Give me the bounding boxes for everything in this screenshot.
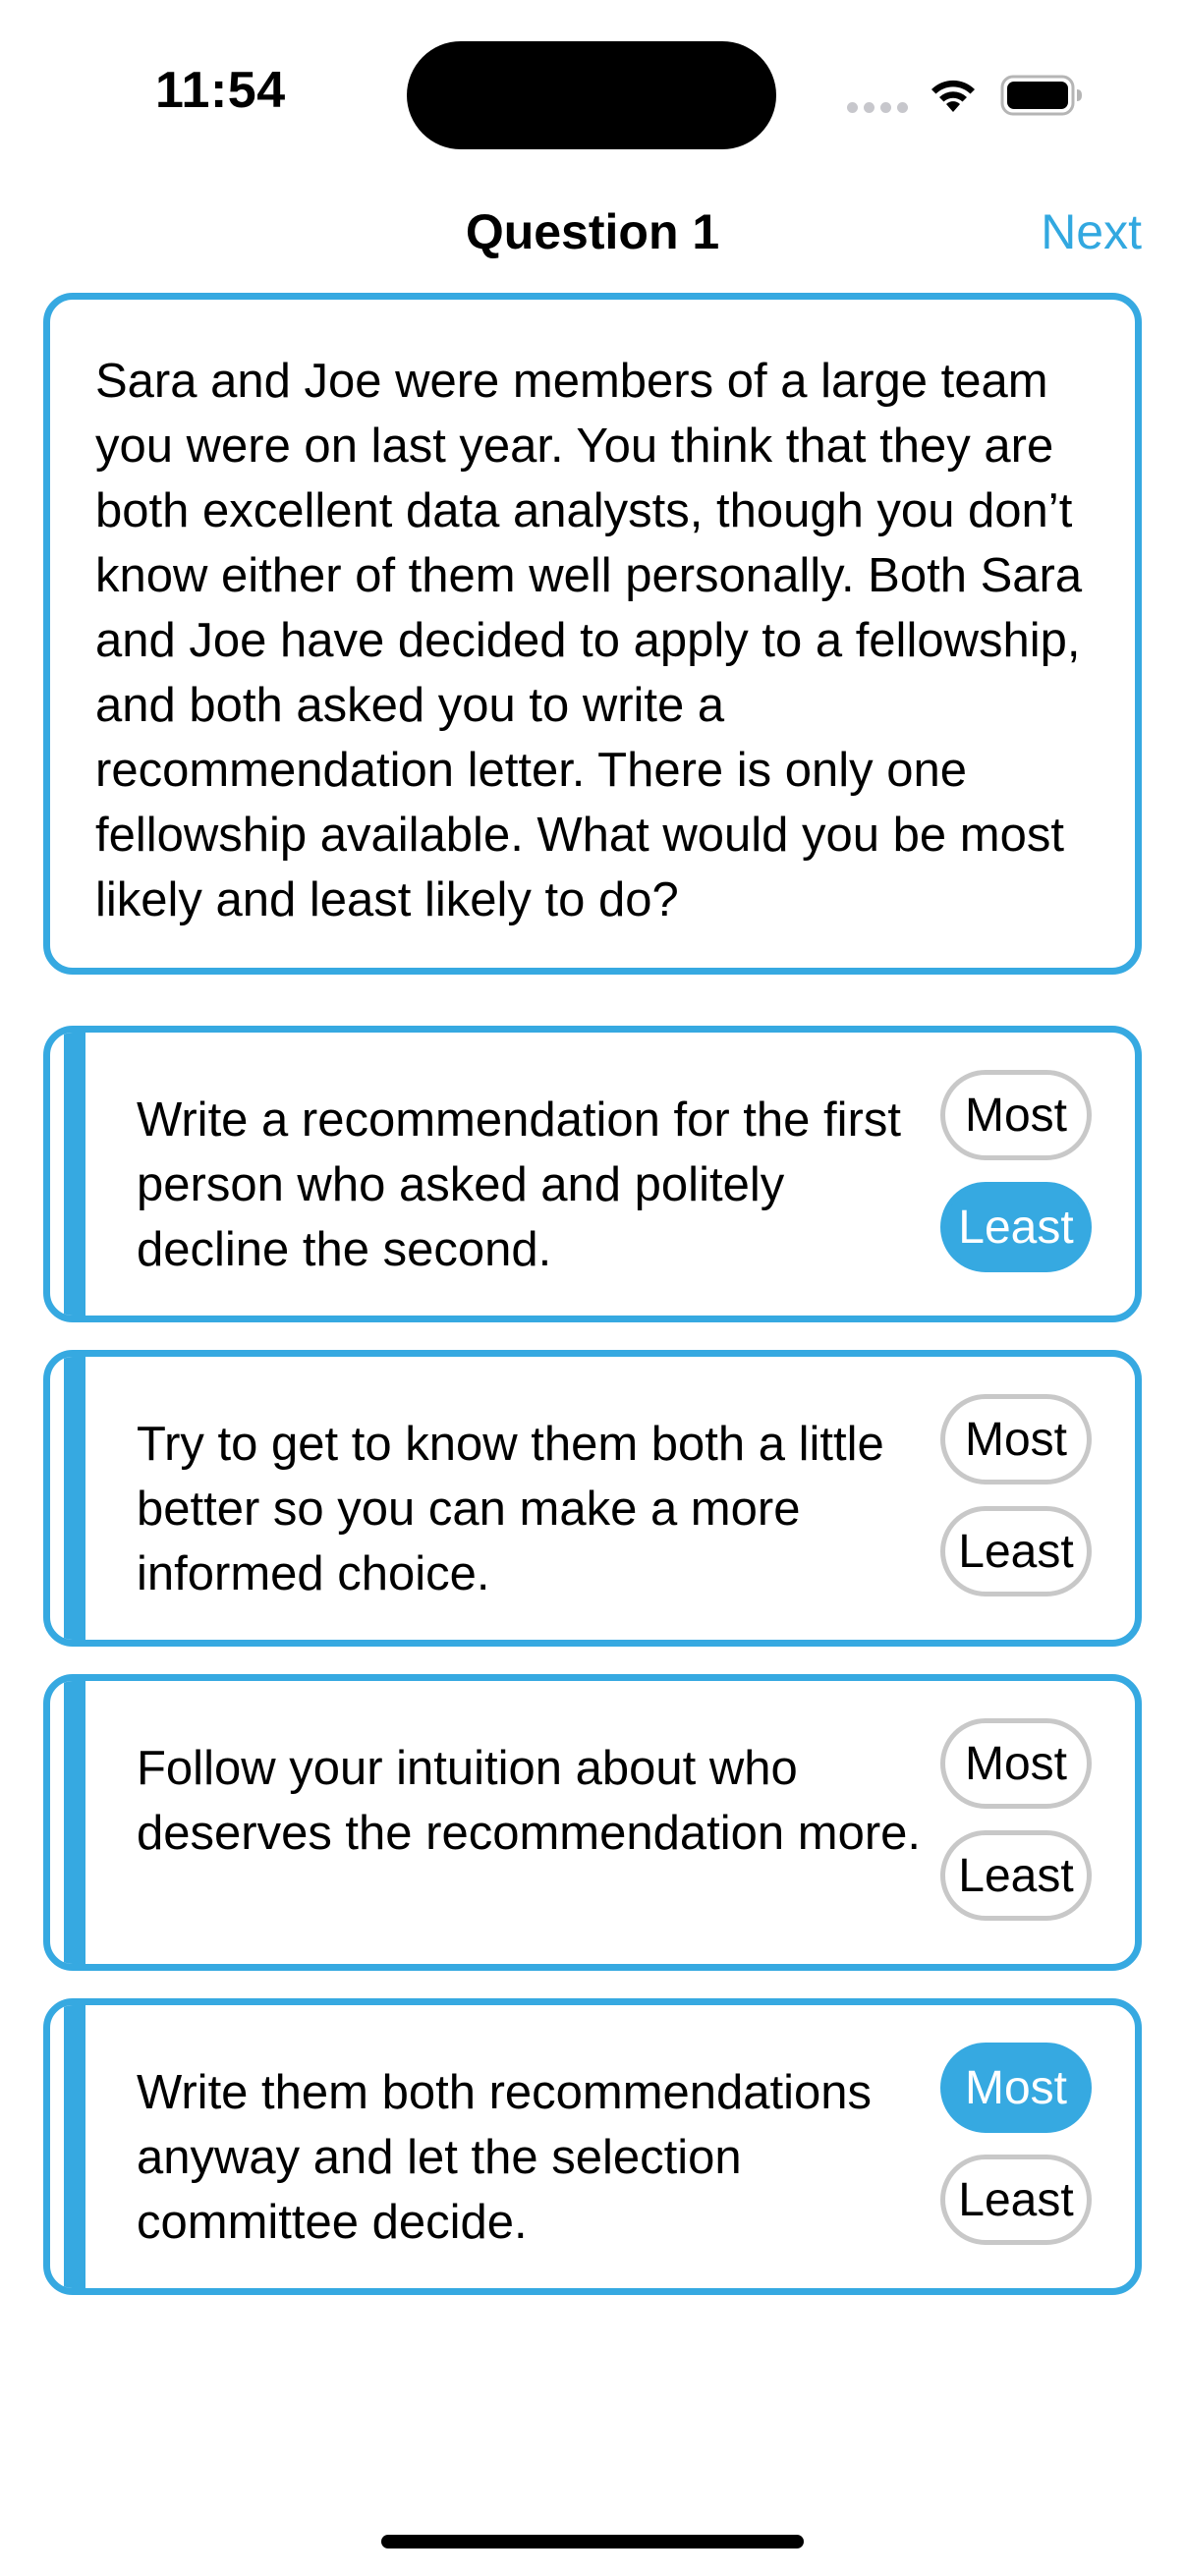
option-text: Try to get to know them both a little be… bbox=[137, 1418, 884, 1600]
status-bar: 11:54 bbox=[0, 0, 1185, 187]
page-title: Question 1 bbox=[465, 204, 720, 259]
battery-icon bbox=[1000, 75, 1082, 116]
option-text: Follow your intuition about who deserves… bbox=[137, 1742, 921, 1860]
option-accent-bar bbox=[64, 1681, 85, 1964]
dynamic-island bbox=[407, 41, 776, 149]
option-card-3: Follow your intuition about who deserves… bbox=[43, 1674, 1142, 1971]
next-button[interactable]: Next bbox=[1041, 202, 1142, 261]
option-accent-bar bbox=[64, 2005, 85, 2288]
least-button[interactable]: Least bbox=[940, 2155, 1092, 2245]
question-text: Sara and Joe were members of a large tea… bbox=[95, 355, 1083, 926]
least-button[interactable]: Least bbox=[940, 1830, 1092, 1921]
most-button[interactable]: Most bbox=[940, 1070, 1092, 1160]
option-card-2: Try to get to know them both a little be… bbox=[43, 1350, 1142, 1647]
option-card-4: Write them both recommendations anyway a… bbox=[43, 1998, 1142, 2295]
question-card: Sara and Joe were members of a large tea… bbox=[43, 293, 1142, 975]
cellular-signal-icon bbox=[847, 102, 908, 116]
home-indicator bbox=[381, 2535, 804, 2548]
most-button[interactable]: Most bbox=[940, 1718, 1092, 1809]
option-accent-bar bbox=[64, 1357, 85, 1640]
most-button[interactable]: Most bbox=[940, 1394, 1092, 1484]
option-accent-bar bbox=[64, 1033, 85, 1316]
least-button[interactable]: Least bbox=[940, 1182, 1092, 1272]
option-text: Write them both recommendations anyway a… bbox=[137, 2066, 873, 2249]
option-text: Write a recommendation for the first per… bbox=[137, 1093, 901, 1276]
wifi-icon bbox=[931, 80, 975, 112]
option-card-1: Write a recommendation for the first per… bbox=[43, 1026, 1142, 1322]
most-button[interactable]: Most bbox=[940, 2043, 1092, 2133]
least-button[interactable]: Least bbox=[940, 1506, 1092, 1596]
status-time: 11:54 bbox=[155, 62, 286, 119]
